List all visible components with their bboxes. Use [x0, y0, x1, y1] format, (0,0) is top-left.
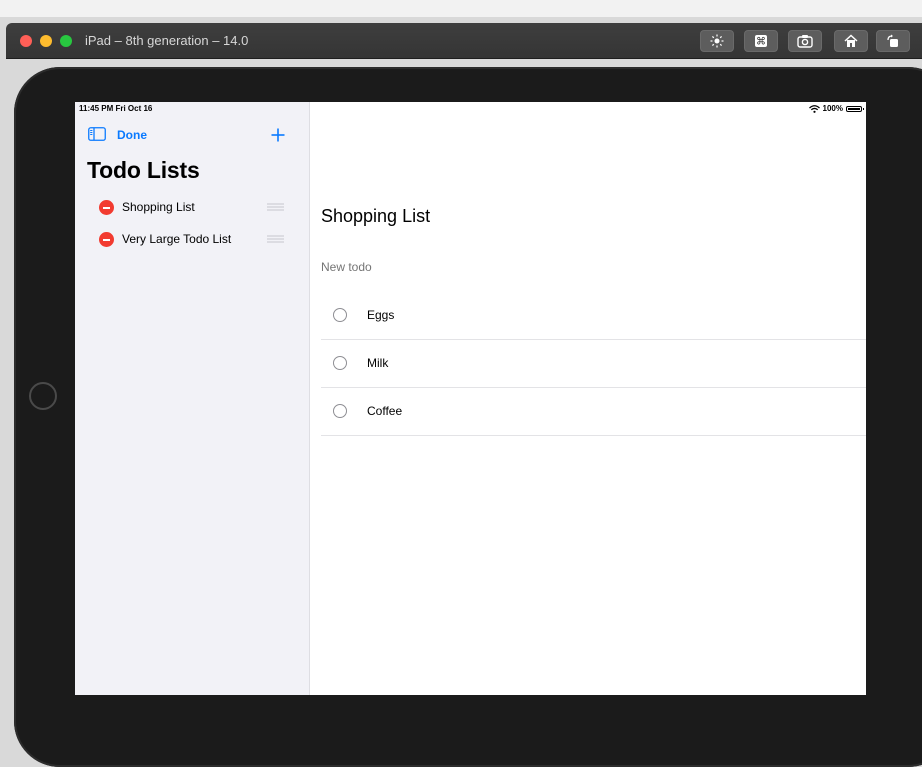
minimize-window-button[interactable] [40, 35, 52, 47]
rotate-button[interactable] [876, 30, 910, 52]
list-item-label: Shopping List [122, 200, 195, 214]
wifi-icon [808, 104, 820, 113]
command-icon: ⌘ [755, 35, 767, 48]
reorder-handle-icon[interactable] [267, 203, 284, 211]
new-todo-input[interactable] [321, 260, 721, 274]
sidebar-list-item[interactable]: Shopping List [75, 193, 309, 221]
delete-minus-icon[interactable] [99, 232, 114, 247]
simulator-titlebar: iPad – 8th generation – 14.0 ⌘ [6, 23, 922, 59]
detail-title: Shopping List [321, 206, 431, 226]
todo-label: Milk [367, 356, 389, 370]
brightness-icon [710, 34, 724, 48]
list-item-label: Very Large Todo List [122, 232, 232, 246]
delete-minus-icon[interactable] [99, 200, 114, 215]
hardware-home-button[interactable] [29, 382, 57, 410]
desktop-strip [0, 0, 922, 17]
sidebar-list-item[interactable]: Very Large Todo List [75, 225, 309, 253]
todo-row[interactable]: Milk [321, 340, 866, 388]
screenshot-button[interactable] [788, 30, 822, 52]
home-icon [844, 34, 858, 47]
battery-percentage: 100% [822, 104, 843, 113]
sidebar-title: Todo Lists [87, 157, 200, 183]
status-indicators: 100% [808, 104, 864, 113]
zoom-window-button[interactable] [60, 35, 72, 47]
home-button[interactable] [834, 30, 868, 52]
done-button[interactable]: Done [117, 128, 147, 142]
svg-text:⌘: ⌘ [756, 37, 766, 48]
command-button[interactable]: ⌘ [744, 30, 778, 52]
checkbox-circle-icon[interactable] [333, 356, 347, 370]
checkbox-circle-icon[interactable] [333, 308, 347, 322]
close-window-button[interactable] [20, 35, 32, 47]
todo-row[interactable]: Coffee [321, 388, 866, 436]
ipad-screen: 11:45 PM Fri Oct 16 Done Todo Lists Shop… [75, 102, 866, 695]
todo-row[interactable]: Eggs [321, 292, 866, 340]
todo-label: Coffee [367, 404, 403, 418]
checkbox-circle-icon[interactable] [333, 404, 347, 418]
battery-icon [846, 105, 864, 112]
brightness-button[interactable] [700, 30, 734, 52]
todo-label: Eggs [367, 308, 395, 322]
add-list-icon[interactable] [271, 128, 285, 142]
rotate-icon [887, 34, 898, 47]
window-title: iPad – 8th generation – 14.0 [85, 33, 249, 48]
status-time: 11:45 PM Fri Oct 16 [79, 104, 153, 113]
sidebar-toggle-icon[interactable] [88, 127, 106, 141]
reorder-handle-icon[interactable] [267, 235, 284, 243]
screenshot-icon [797, 35, 813, 48]
sidebar: 11:45 PM Fri Oct 16 Done Todo Lists Shop… [75, 102, 310, 695]
